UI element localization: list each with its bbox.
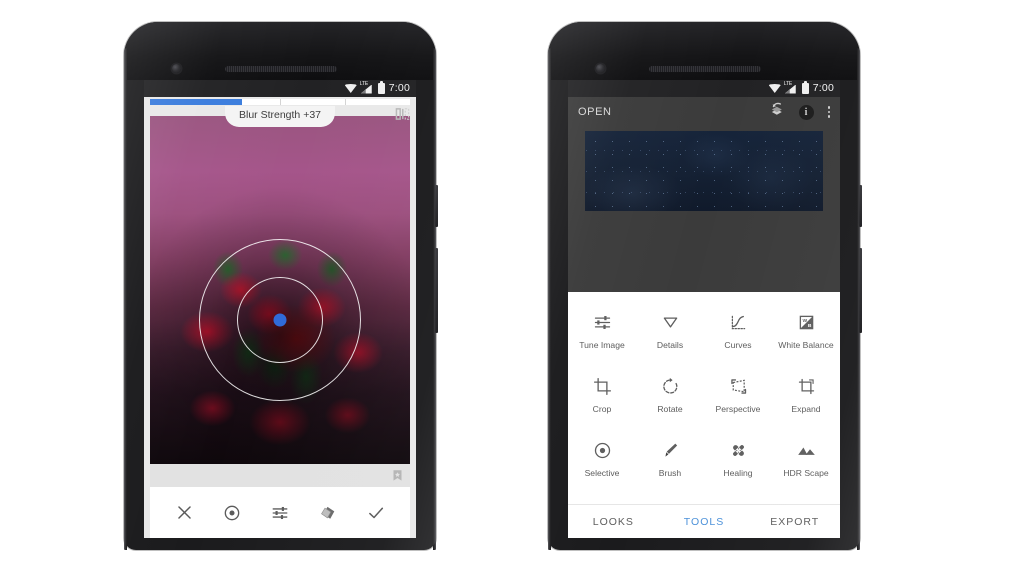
slider-segment (281, 99, 346, 105)
tool-label: Expand (791, 404, 821, 414)
battery-icon (377, 81, 385, 94)
tool-curves[interactable]: Curves (704, 303, 772, 367)
power-button[interactable] (435, 185, 438, 227)
tool-details[interactable]: Details (636, 303, 704, 367)
tool-selective[interactable]: Selective (568, 431, 636, 495)
cancel-button[interactable] (171, 500, 197, 526)
tool-brush[interactable]: Brush (636, 431, 704, 495)
snapseed-app: OPEN i Tune Image Details Curves W B Whi… (568, 97, 840, 538)
svg-text:W: W (802, 317, 807, 323)
left-phone-edge-left (124, 48, 127, 550)
photo-vignette (150, 317, 410, 464)
tool-label: Curves (724, 340, 752, 350)
lte-signal-icon: LTE (783, 80, 798, 94)
status-bar-icons: LTE (344, 80, 385, 94)
volume-rocker[interactable] (435, 248, 438, 333)
undo-layers-icon[interactable] (769, 102, 785, 123)
front-camera-icon (172, 64, 181, 73)
lte-signal-icon: LTE (359, 80, 374, 94)
wifi-icon (768, 84, 781, 93)
curves-icon (728, 309, 749, 335)
photo-preview[interactable] (585, 131, 823, 211)
tool-label: Perspective (715, 404, 761, 414)
crop-icon (592, 373, 613, 399)
tools-grid: Tune Image Details Curves W B White Bala… (568, 292, 840, 538)
volume-rocker[interactable] (859, 248, 862, 333)
tab-tools[interactable]: TOOLS (659, 516, 750, 528)
photo-footer-bar (150, 464, 410, 487)
compare-split-icon[interactable] (395, 107, 410, 121)
wifi-icon (344, 84, 357, 93)
editor-toolbar (150, 487, 410, 538)
lte-label: LTE (359, 80, 368, 87)
triangle-details-icon (660, 309, 681, 335)
status-bar: LTE 7:00 (144, 80, 416, 97)
tool-label: Details (656, 340, 684, 350)
tool-perspective[interactable]: Perspective (704, 367, 772, 431)
tool-expand[interactable]: Expand (772, 367, 840, 431)
svg-text:B: B (807, 323, 811, 329)
battery-icon (801, 81, 809, 94)
parameter-chip: Blur Strength +37 (224, 106, 336, 127)
earpiece-speaker (225, 66, 337, 72)
status-bar-icons: LTE (768, 80, 809, 94)
tools-sheet: Tune Image Details Curves W B White Bala… (568, 292, 840, 538)
tab-looks[interactable]: LOOKS (568, 516, 659, 528)
expand-icon (796, 373, 817, 399)
mountains-icon (796, 437, 817, 463)
earpiece-speaker (649, 66, 761, 72)
tab-export[interactable]: EXPORT (749, 516, 840, 528)
blur-center-button[interactable] (219, 500, 245, 526)
lte-label: LTE (783, 80, 792, 87)
tool-white-balance[interactable]: W B White Balance (772, 303, 840, 367)
slider-segment (346, 99, 410, 105)
status-bar-time: 7:00 (812, 82, 834, 95)
tool-rotate[interactable]: Rotate (636, 367, 704, 431)
bookmark-star-icon[interactable] (392, 469, 403, 482)
tool-tune-image[interactable]: Tune Image (568, 303, 636, 367)
bottom-tab-bar: LOOKS TOOLS EXPORT (568, 504, 840, 538)
healing-bandage-icon (728, 437, 749, 463)
right-phone-screen: LTE 7:00 OPEN i Tune Image Details Curve… (568, 80, 840, 538)
white-balance-icon: W B (796, 309, 817, 335)
tool-label: White Balance (778, 340, 834, 350)
tool-healing[interactable]: Healing (704, 431, 772, 495)
brush-icon (660, 437, 681, 463)
perspective-icon (728, 373, 749, 399)
right-phone-edge-left (548, 48, 551, 550)
photo-canvas[interactable] (150, 116, 410, 464)
power-button[interactable] (859, 185, 862, 227)
info-circle-icon[interactable]: i (798, 104, 814, 120)
tool-label: Selective (584, 468, 620, 478)
rotate-icon (660, 373, 681, 399)
right-phone: LTE 7:00 OPEN i Tune Image Details Curve… (548, 22, 862, 550)
tool-label: Crop (592, 404, 612, 414)
selective-target-icon (592, 437, 613, 463)
open-button[interactable]: OPEN (578, 106, 769, 118)
tool-label: Healing (723, 468, 753, 478)
tool-label: Tune Image (579, 340, 625, 350)
tune-sliders-icon (592, 309, 613, 335)
app-bar: OPEN i (568, 97, 840, 127)
tool-hdr-scape[interactable]: HDR Scape (772, 431, 840, 495)
adjust-button[interactable] (267, 500, 293, 526)
tool-label: Rotate (657, 404, 683, 414)
blur-strength-slider-fill (150, 99, 242, 105)
tool-crop[interactable]: Crop (568, 367, 636, 431)
apply-button[interactable] (363, 500, 389, 526)
app-bar-actions: i (769, 102, 830, 123)
photo-editor: Blur Strength +37 (144, 97, 416, 538)
left-phone: LTE 7:00 Blur Strength +37 (124, 22, 438, 550)
left-phone-screen: LTE 7:00 Blur Strength +37 (144, 80, 416, 538)
stacks-button[interactable] (315, 500, 341, 526)
status-bar-time: 7:00 (388, 82, 410, 95)
front-camera-icon (596, 64, 605, 73)
tool-label: Brush (658, 468, 682, 478)
vertical-dots-icon[interactable] (827, 106, 830, 118)
tool-label: HDR Scape (783, 468, 829, 478)
status-bar: LTE 7:00 (568, 80, 840, 97)
